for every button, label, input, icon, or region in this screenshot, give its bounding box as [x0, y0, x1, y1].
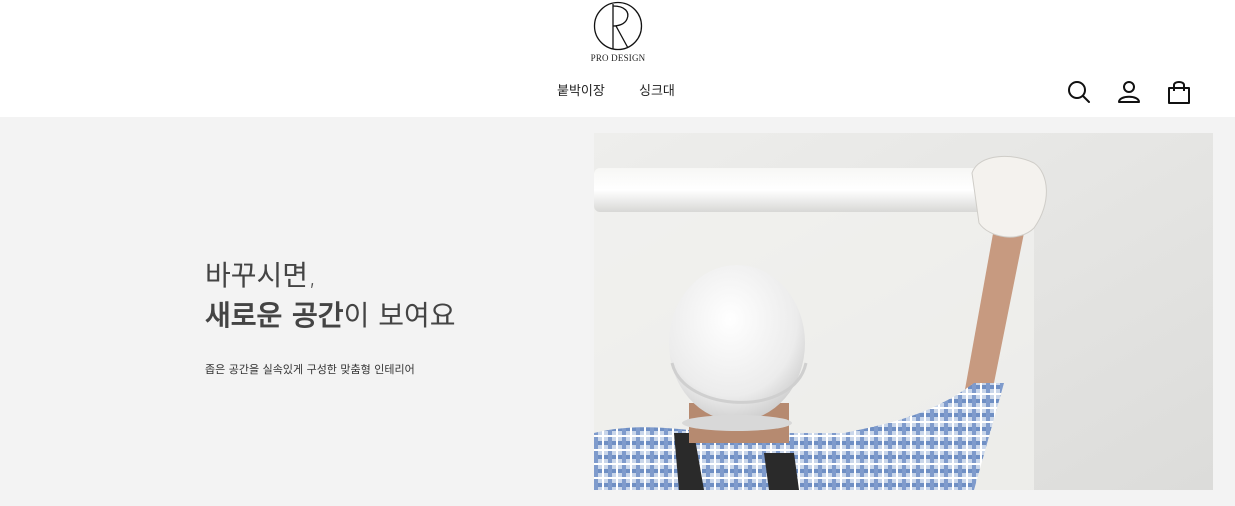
hero-headline-line2: 새로운 공간이 보여요	[205, 296, 565, 336]
logo-mark-icon	[593, 1, 643, 51]
hero-headline-emphasis: 새로운 공간	[205, 299, 344, 332]
worker-hanging-wallpaper-photo	[594, 133, 1213, 490]
nav-item-built-in-closet[interactable]: 붙박이장	[557, 80, 605, 99]
hero-photo	[594, 133, 1213, 490]
hero-banner: 바꾸시면, 새로운 공간이 보여요 좁은 공간을 실속있게 구성한 맞춤형 인테…	[0, 117, 1235, 506]
nav-item-sink[interactable]: 싱크대	[639, 80, 675, 99]
search-icon[interactable]	[1066, 79, 1092, 105]
brand-logo[interactable]: PRO DESIGN	[586, 0, 650, 66]
site-header: PRO DESIGN 붙박이장 싱크대	[0, 0, 1235, 117]
hero-headline-line1: 바꾸시면,	[205, 259, 317, 292]
shopping-bag-icon[interactable]	[1166, 79, 1192, 105]
hero-subtitle: 좁은 공간을 실속있게 구성한 맞춤형 인테리어	[205, 363, 415, 376]
hero-text-block: 바꾸시면, 새로운 공간이 보여요 좁은 공간을 실속있게 구성한 맞춤형 인테…	[205, 256, 565, 377]
brand-name: PRO DESIGN	[590, 53, 646, 63]
main-nav: 붙박이장 싱크대	[0, 80, 1235, 100]
user-icon[interactable]	[1116, 79, 1142, 105]
hero-headline-rest: 이 보여요	[343, 299, 456, 332]
header-icons	[1066, 79, 1196, 105]
